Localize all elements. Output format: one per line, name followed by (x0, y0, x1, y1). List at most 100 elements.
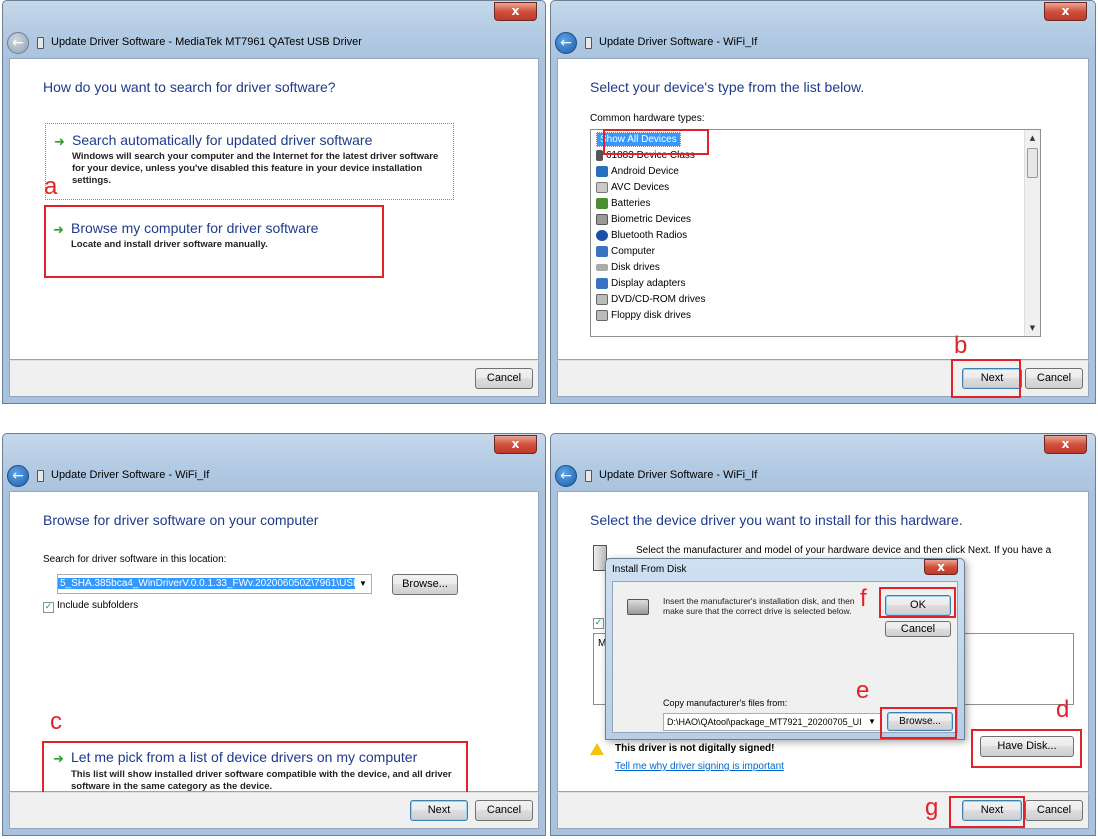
highlight-box-f (879, 587, 956, 618)
highlight-box-d (971, 729, 1082, 768)
highlight-box-e (880, 707, 957, 739)
list-item-label: Batteries (611, 198, 651, 209)
display-adapter-icon (596, 277, 608, 289)
bluetooth-icon (596, 229, 608, 241)
list-item-label: Android Device (611, 166, 679, 177)
install-from-disk-dialog: Install From Disk x Insert the manufactu… (605, 558, 965, 740)
window-title: Update Driver Software - WiFi_If (599, 469, 758, 481)
window-browse-driver: x ← Update Driver Software - WiFi_If Bro… (2, 433, 546, 836)
back-arrow-icon[interactable]: ← (555, 465, 577, 487)
device-icon (37, 470, 44, 482)
search-location-label: Search for driver software in this locat… (43, 554, 227, 565)
nav-bar: ← Update Driver Software - WiFi_If (551, 28, 1095, 58)
list-item[interactable]: Biometric Devices (596, 212, 691, 228)
nav-bar: ← Update Driver Software - WiFi_If (3, 461, 545, 491)
list-item[interactable]: Computer (596, 244, 655, 260)
wizard-content: Select your device's type from the list … (557, 58, 1089, 360)
list-label: Common hardware types: (590, 113, 705, 124)
titlebar-ghost (611, 438, 701, 452)
list-item[interactable]: Batteries (596, 196, 650, 212)
window-title: Update Driver Software - WiFi_If (599, 36, 758, 48)
android-icon (596, 165, 608, 177)
titlebar-ghost (611, 5, 701, 19)
list-item[interactable]: AVC Devices (596, 180, 669, 196)
floppy-drive-icon (596, 309, 608, 321)
page-heading: Select your device's type from the list … (590, 79, 865, 95)
cancel-button[interactable]: Cancel (1025, 800, 1083, 821)
disk-drive-icon (596, 263, 608, 271)
dvd-drive-icon (596, 293, 608, 305)
floppy-disk-icon (627, 599, 649, 615)
driver-path-combo[interactable]: 5_SHA.385bca4_WinDriverV.0.0.1.33_FWv.20… (57, 574, 372, 594)
nav-bar: ← Update Driver Software - MediaTek MT79… (3, 28, 545, 58)
titlebar-ghost (63, 5, 153, 19)
scroll-up-icon[interactable]: ▲ (1025, 130, 1040, 146)
window-select-driver: x ← Update Driver Software - WiFi_If Sel… (550, 433, 1096, 836)
window-title: Update Driver Software - WiFi_If (51, 469, 210, 481)
wizard-content: Browse for driver software on your compu… (9, 491, 539, 806)
annotation-label-f: f (860, 585, 867, 612)
dialog-title: Install From Disk (612, 564, 687, 575)
dialog-cancel-button[interactable]: Cancel (885, 621, 951, 637)
page-heading: Select the device driver you want to ins… (590, 512, 963, 528)
window-title: Update Driver Software - MediaTek MT7961… (51, 36, 362, 48)
list-scrollbar[interactable]: ▲ ▼ (1024, 130, 1040, 336)
hardware-types-list[interactable]: Show All Devices 61883 Device Class Andr… (590, 129, 1041, 337)
list-item[interactable]: Bluetooth Radios (596, 228, 687, 244)
window-update-driver-wifi-type: x ← Update Driver Software - WiFi_If Sel… (550, 0, 1096, 404)
list-item[interactable]: Disk drives (596, 260, 660, 276)
cancel-button[interactable]: Cancel (1025, 368, 1083, 389)
chevron-down-icon[interactable]: ▼ (355, 575, 371, 593)
annotation-label-d: d (1056, 696, 1070, 723)
battery-icon (596, 197, 608, 209)
wizard-footer: Cancel (9, 360, 539, 397)
browse-button[interactable]: Browse... (392, 574, 458, 595)
window-update-driver-mediatek: x ← Update Driver Software - MediaTek MT… (2, 0, 546, 404)
back-arrow-icon[interactable]: ← (7, 32, 29, 54)
list-item-label: Computer (611, 246, 655, 257)
include-subfolders-checkbox[interactable]: ✓ (43, 602, 54, 613)
cancel-button[interactable]: Cancel (475, 800, 533, 821)
next-button[interactable]: Next (410, 800, 468, 821)
green-arrow-icon: ➜ (54, 135, 65, 150)
close-button[interactable]: x (1044, 2, 1087, 21)
list-item[interactable]: DVD/CD-ROM drives (596, 292, 705, 308)
annotation-label-b: b (954, 332, 968, 359)
highlight-box-b (951, 359, 1021, 398)
close-button[interactable]: x (494, 2, 537, 21)
source-path-combo[interactable]: D:\HAO\QAtool\package_MT7921_20200705_UI… (663, 713, 881, 731)
include-subfolders-label: Include subfolders (57, 600, 139, 611)
firewire-icon (596, 149, 603, 161)
chevron-down-icon[interactable]: ▼ (864, 714, 880, 730)
list-item-label: DVD/CD-ROM drives (611, 294, 706, 305)
close-button[interactable]: x (494, 435, 537, 454)
highlight-box-a (44, 205, 384, 278)
source-path-value: D:\HAO\QAtool\package_MT7921_20200705_UI (667, 717, 862, 727)
search-auto-option[interactable]: ➜ Search automatically for updated drive… (45, 123, 454, 200)
option-title: Search automatically for updated driver … (72, 132, 373, 148)
back-arrow-icon[interactable]: ← (555, 32, 577, 54)
dialog-close-button[interactable]: x (924, 559, 958, 575)
driver-signing-link[interactable]: Tell me why driver signing is important (615, 761, 784, 772)
page-heading: Browse for driver software on your compu… (43, 512, 319, 528)
list-item-label: AVC Devices (611, 182, 670, 193)
highlight-box-g (949, 796, 1025, 828)
copy-files-label: Copy manufacturer's files from: (663, 698, 788, 708)
back-arrow-icon[interactable]: ← (7, 465, 29, 487)
list-item[interactable]: Display adapters (596, 276, 685, 292)
annotation-label-a: a (44, 173, 58, 200)
driver-path-value: 5_SHA.385bca4_WinDriverV.0.0.1.33_FWv.20… (58, 578, 371, 589)
device-icon (37, 37, 44, 49)
list-item-label: Floppy disk drives (611, 310, 692, 321)
scroll-down-icon[interactable]: ▼ (1025, 320, 1040, 336)
list-item-label: Bluetooth Radios (611, 230, 688, 241)
annotation-label-e: e (856, 677, 870, 704)
close-button[interactable]: x (1044, 435, 1087, 454)
cancel-button[interactable]: Cancel (475, 368, 533, 389)
list-item[interactable]: Floppy disk drives (596, 308, 691, 324)
list-item[interactable]: Android Device (596, 164, 679, 180)
page-heading: How do you want to search for driver sof… (43, 79, 336, 95)
show-compatible-checkbox[interactable]: ✓ (593, 618, 604, 629)
dialog-message: Insert the manufacturer's installation d… (663, 596, 855, 616)
scrollbar-thumb[interactable] (1027, 148, 1038, 178)
